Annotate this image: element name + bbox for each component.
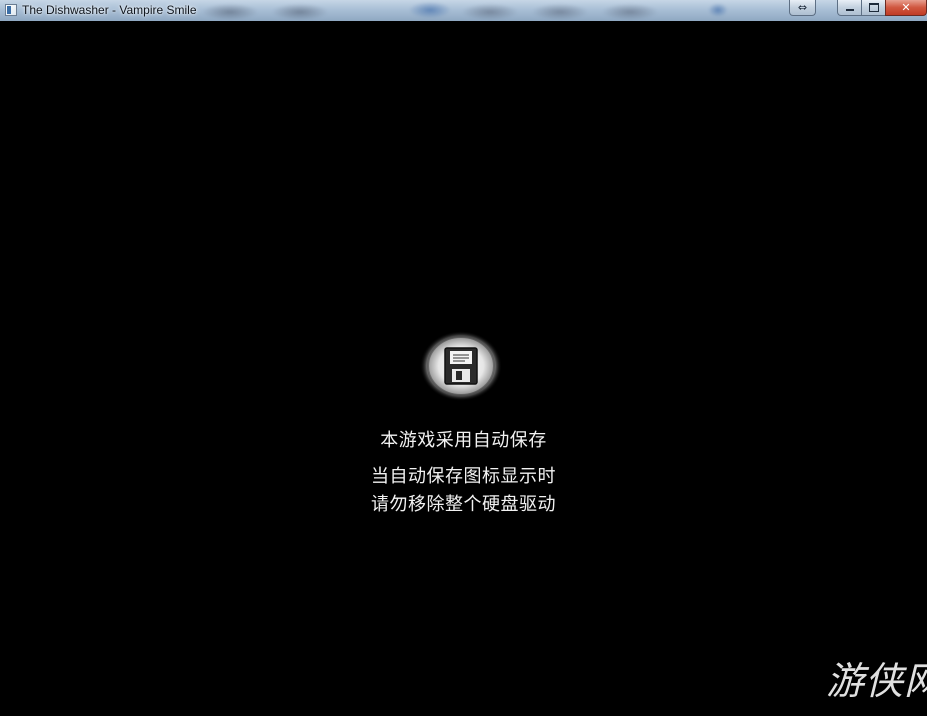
resize-arrows-icon: ⇔	[797, 1, 808, 14]
autosave-notice-line-3: 请勿移除整个硬盘驱动	[371, 494, 556, 515]
autosave-notice-line-1: 本游戏采用自动保存	[380, 430, 547, 451]
close-button[interactable]: ✕	[885, 0, 927, 16]
minimize-button[interactable]	[837, 0, 862, 16]
autosave-notice-line-2: 当自动保存图标显示时	[371, 466, 556, 487]
site-watermark: 游侠网	[826, 659, 927, 703]
title-bar[interactable]: The Dishwasher - Vampire Smile ⇔ ✕	[0, 0, 927, 21]
resize-button[interactable]: ⇔	[789, 0, 816, 16]
close-icon: ✕	[901, 1, 911, 14]
window-title: The Dishwasher - Vampire Smile	[22, 3, 197, 17]
maximize-button[interactable]	[861, 0, 886, 16]
floppy-disk-save-icon	[420, 331, 502, 401]
game-window: The Dishwasher - Vampire Smile ⇔ ✕ 本游戏采用…	[0, 0, 927, 716]
app-icon[interactable]	[5, 4, 17, 16]
